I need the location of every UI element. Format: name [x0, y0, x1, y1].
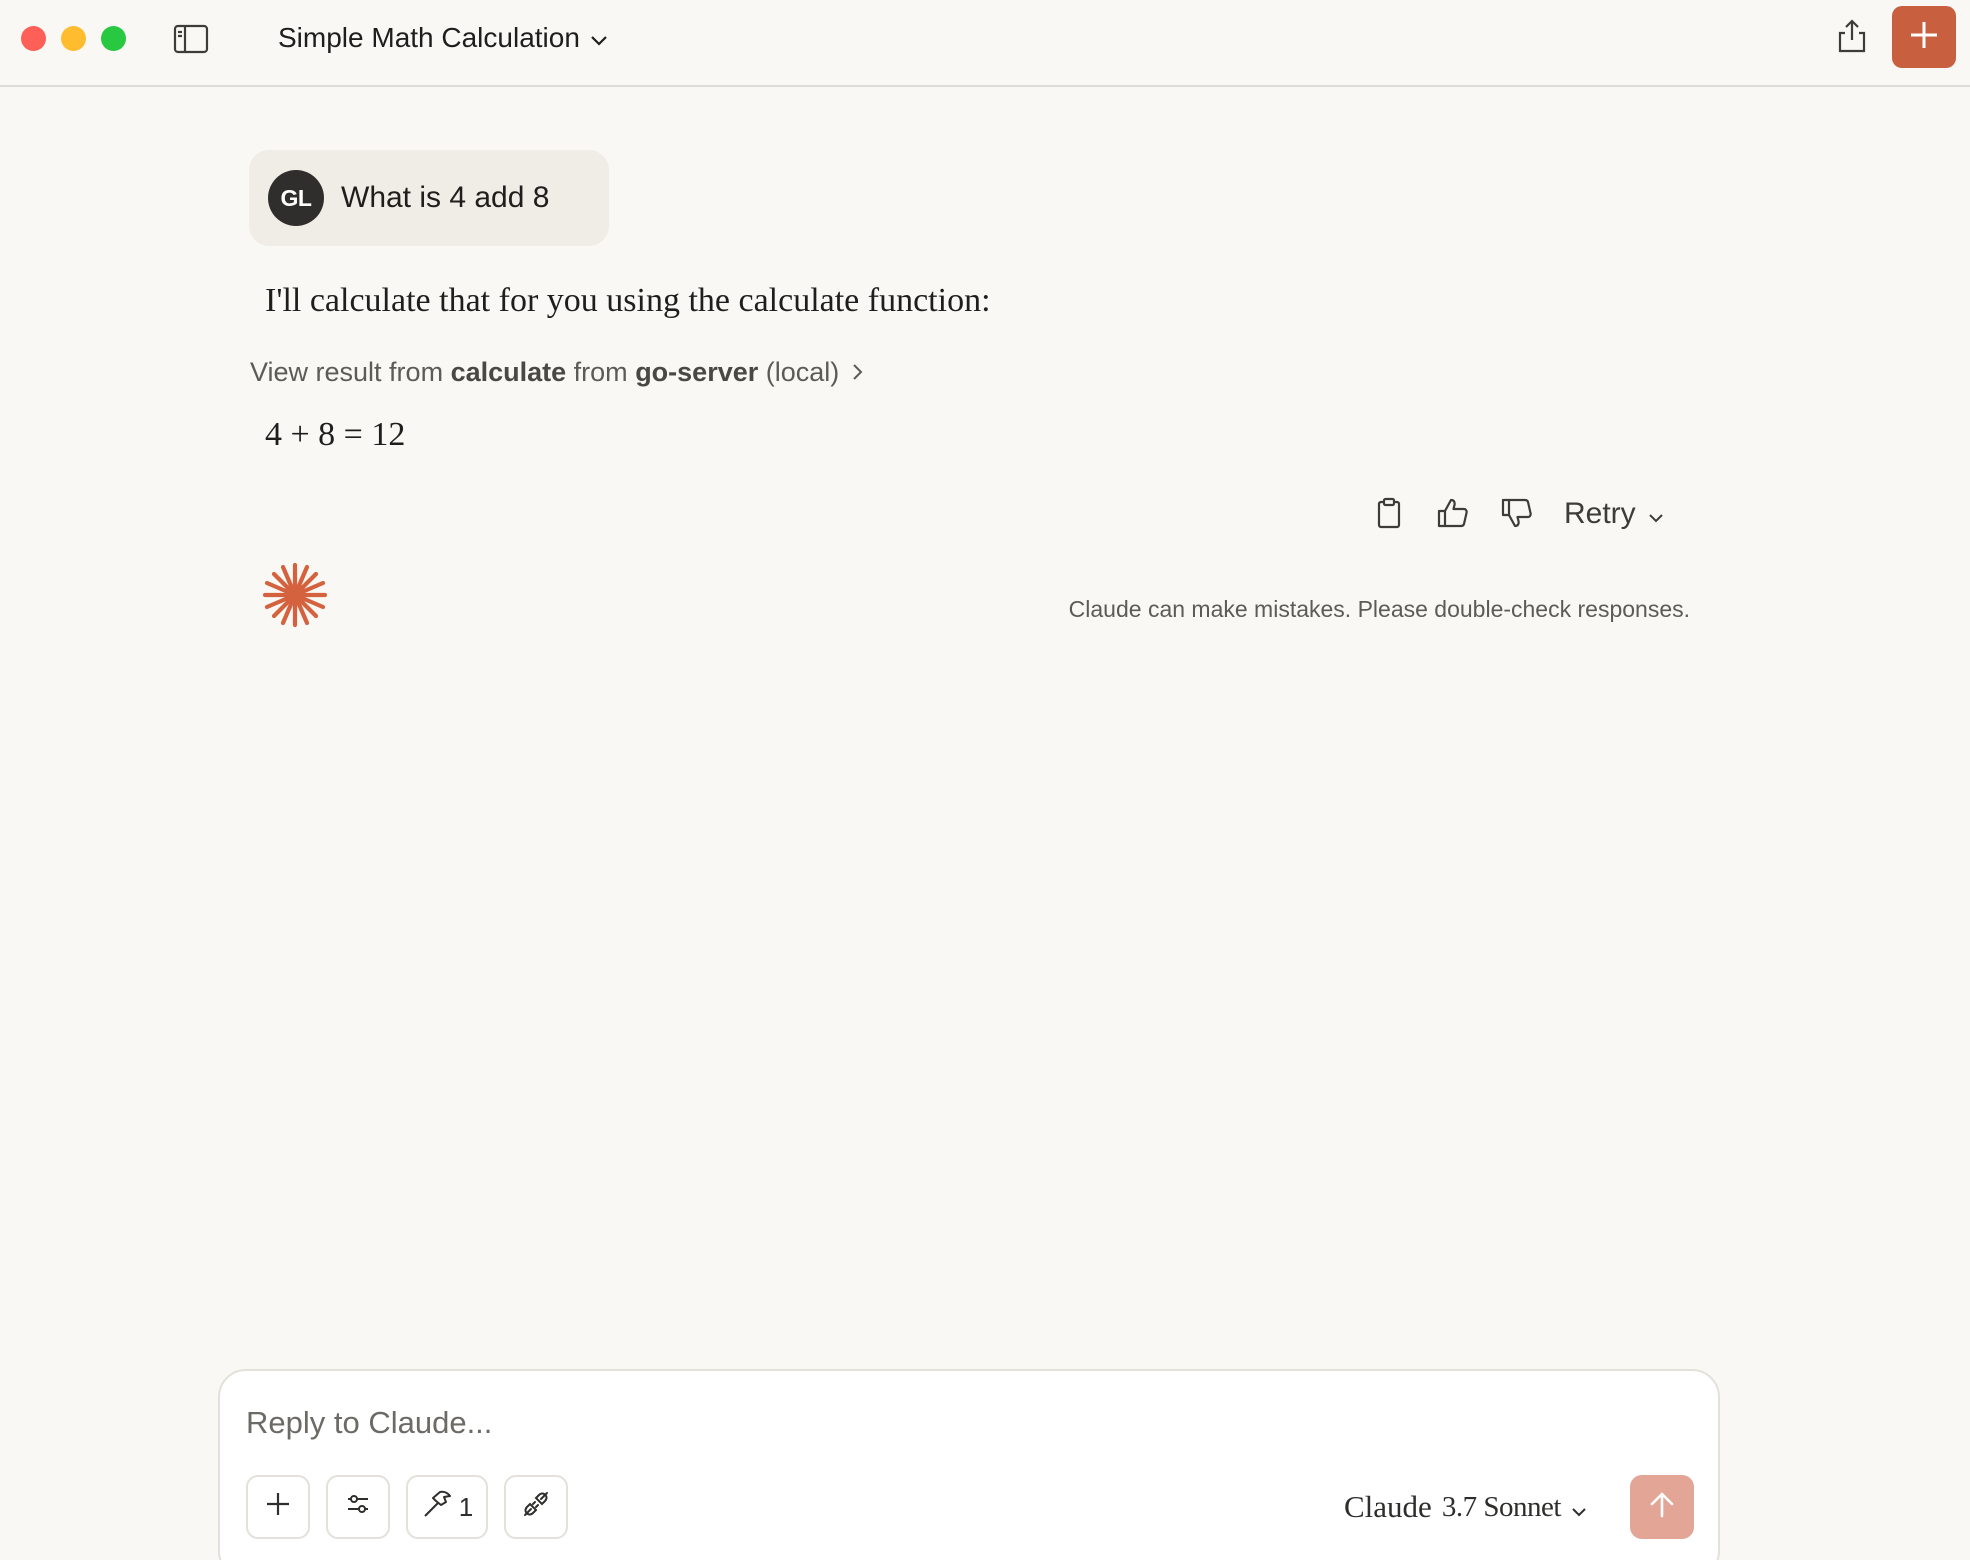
- close-window-button[interactable]: [21, 26, 46, 51]
- assistant-intro-text: I'll calculate that for you using the ca…: [265, 282, 991, 319]
- tool-result-middle: from: [573, 356, 628, 387]
- hammer-icon: [421, 1489, 453, 1526]
- reply-input[interactable]: [246, 1401, 1686, 1445]
- plus-icon: [265, 1491, 291, 1524]
- chevron-down-icon: [1571, 1489, 1587, 1525]
- model-name: Claude: [1344, 1489, 1432, 1524]
- tool-result-prefix: View result from: [250, 356, 444, 387]
- model-selector[interactable]: Claude 3.7 Sonnet: [1344, 1483, 1587, 1531]
- settings-button[interactable]: [326, 1475, 390, 1539]
- thumbs-down-icon[interactable]: [1500, 496, 1534, 530]
- title-bar: Simple Math Calculation: [0, 0, 1970, 87]
- integrations-button[interactable]: [504, 1475, 568, 1539]
- tools-count: 1: [458, 1491, 474, 1522]
- disclaimer-text: Claude can make mistakes. Please double-…: [1068, 596, 1690, 622]
- sidebar-toggle-icon[interactable]: [173, 24, 209, 54]
- avatar[interactable]: GL: [268, 170, 324, 226]
- send-button[interactable]: [1630, 1475, 1694, 1539]
- conversation-title-dropdown[interactable]: Simple Math Calculation: [278, 18, 608, 58]
- user-message: GL What is 4 add 8: [249, 150, 609, 246]
- maximize-window-button[interactable]: [101, 26, 126, 51]
- chevron-down-icon: [590, 22, 608, 54]
- claude-sparkle-icon: [262, 562, 328, 628]
- model-version: 3.7 Sonnet: [1441, 1490, 1562, 1523]
- assistant-answer: 4 + 8 = 12: [265, 416, 406, 453]
- tools-button[interactable]: 1: [406, 1475, 488, 1539]
- chevron-down-icon: [1648, 497, 1664, 531]
- sliders-icon: [345, 1491, 371, 1524]
- chevron-right-icon: [851, 363, 863, 381]
- arrow-up-icon: [1649, 1491, 1675, 1524]
- server-name: go-server: [635, 356, 759, 387]
- tool-name: calculate: [450, 356, 567, 387]
- clipboard-icon[interactable]: [1372, 496, 1406, 530]
- conversation-title: Simple Math Calculation: [278, 22, 580, 53]
- plus-icon: [1909, 20, 1939, 55]
- message-composer: 1 Claude 3.7 Sonnet: [218, 1369, 1720, 1560]
- thumbs-up-icon[interactable]: [1436, 496, 1470, 530]
- retry-button[interactable]: Retry: [1564, 492, 1664, 536]
- tool-result-link[interactable]: View result from calculate from go-serve…: [250, 352, 863, 392]
- plug-icon: [522, 1490, 550, 1525]
- minimize-window-button[interactable]: [61, 26, 86, 51]
- new-chat-button[interactable]: [1892, 6, 1956, 68]
- user-message-text: What is 4 add 8: [341, 181, 550, 214]
- tool-result-suffix: (local): [765, 356, 840, 387]
- attach-button[interactable]: [246, 1475, 310, 1539]
- share-icon[interactable]: [1836, 18, 1868, 54]
- retry-label: Retry: [1564, 497, 1636, 530]
